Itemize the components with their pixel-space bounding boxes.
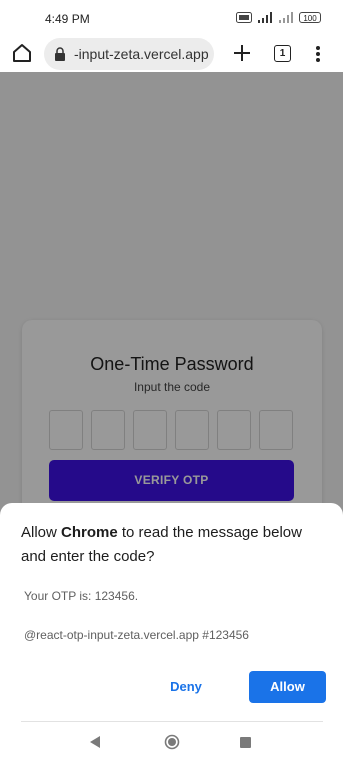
back-icon[interactable] xyxy=(89,735,101,749)
url-bar[interactable]: -input-zeta.vercel.app xyxy=(44,38,214,70)
allow-button[interactable]: Allow xyxy=(249,671,326,703)
sheet-app-name: Chrome xyxy=(61,524,118,541)
signal-icon xyxy=(258,12,272,23)
new-tab-icon[interactable] xyxy=(230,41,254,65)
sheet-title: Allow Chrome to read the message below a… xyxy=(21,521,326,569)
status-time: 4:49 PM xyxy=(45,12,90,26)
lock-icon xyxy=(55,47,65,61)
volte-icon xyxy=(236,12,252,23)
screen: 4:49 PM 100 -input-zeta.vercel.app 1 One… xyxy=(0,0,343,763)
sheet-title-prefix: Allow xyxy=(21,524,62,541)
deny-button[interactable]: Deny xyxy=(156,671,216,703)
menu-icon[interactable] xyxy=(308,42,328,66)
divider xyxy=(21,721,323,722)
status-bar: 4:49 PM 100 xyxy=(0,0,343,36)
sms-consent-sheet: Allow Chrome to read the message below a… xyxy=(0,503,343,763)
browser-toolbar: -input-zeta.vercel.app 1 xyxy=(0,36,343,72)
home-icon[interactable] xyxy=(164,734,180,750)
signal-icon xyxy=(279,12,293,23)
sms-origin: @react-otp-input-zeta.vercel.app #123456 xyxy=(24,628,249,642)
recents-icon[interactable] xyxy=(240,737,251,748)
home-icon[interactable] xyxy=(10,41,34,65)
tabs-icon[interactable]: 1 xyxy=(274,45,291,62)
battery-icon: 100 xyxy=(299,12,321,23)
sms-message: Your OTP is: 123456. xyxy=(24,589,139,603)
status-icons: 100 xyxy=(236,12,321,23)
url-text: -input-zeta.vercel.app xyxy=(74,46,209,62)
